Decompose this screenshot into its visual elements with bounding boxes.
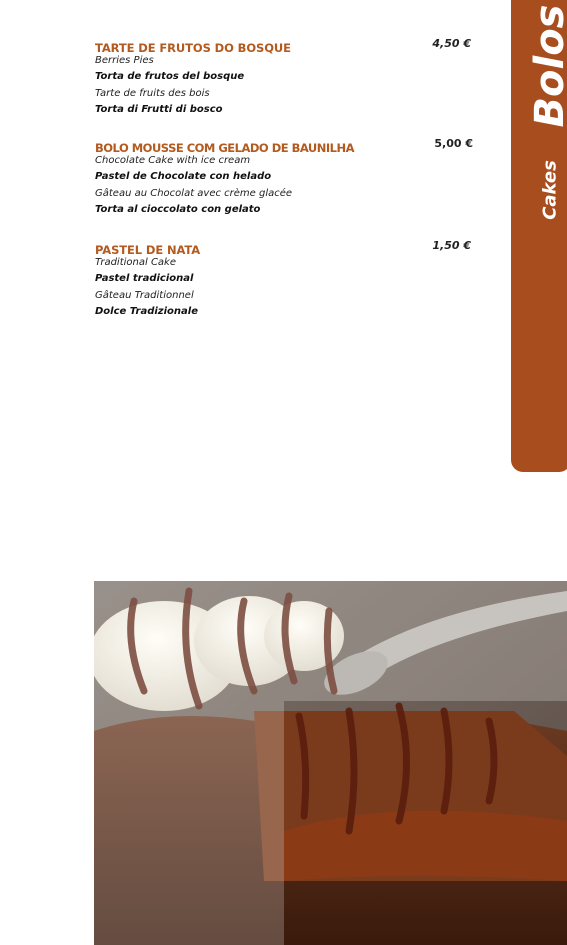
translation-italian: Dolce Tradizionale xyxy=(95,305,198,317)
translation-spanish: Torta de frutos del bosque xyxy=(95,71,245,83)
menu-item-title: BOLO MOUSSE COM GELADO DE BAUNILHA xyxy=(95,141,355,155)
menu-item-price: 4,50 € xyxy=(432,37,471,50)
translation-french: Gâteau Traditionnel xyxy=(95,289,194,301)
menu-item-header: BOLO MOUSSE COM GELADO DE BAUNILHA 5,00 … xyxy=(95,137,475,155)
menu-item-header: TARTE DE FRUTOS DO BOSQUE 4,50 € xyxy=(95,37,475,55)
translation-english: Traditional Cake xyxy=(95,257,176,268)
translation-english: Berries Pies xyxy=(95,55,154,66)
menu-item-title: PASTEL DE NATA xyxy=(95,243,201,257)
translation-italian: Torta al cioccolato con gelato xyxy=(95,203,261,215)
translation-spanish: Pastel de Chocolate con helado xyxy=(95,171,272,183)
menu-item-price: 5,00 € xyxy=(434,137,473,150)
menu-item-title: TARTE DE FRUTOS DO BOSQUE xyxy=(95,41,291,55)
menu-item-pastel-nata: PASTEL DE NATA 1,50 € Traditional Cake P… xyxy=(95,239,475,320)
translation-spanish: Pastel tradicional xyxy=(95,273,194,285)
menu-item-price: 1,50 € xyxy=(432,239,471,252)
translation-english: Chocolate Cake with ice cream xyxy=(95,155,251,166)
translation-french: Gâteau au Chocolat avec crème glacée xyxy=(95,187,293,199)
menu-item-tarte-frutos-bosque: TARTE DE FRUTOS DO BOSQUE 4,50 € Berries… xyxy=(95,37,475,118)
menu-item-bolo-mousse: BOLO MOUSSE COM GELADO DE BAUNILHA 5,00 … xyxy=(95,137,475,218)
category-title: Bolos xyxy=(527,4,567,128)
translation-italian: Torta di Frutti di bosco xyxy=(95,103,223,115)
category-subtitle: Cakes xyxy=(539,160,561,220)
dessert-photo xyxy=(94,581,567,945)
menu-item-header: PASTEL DE NATA 1,50 € xyxy=(95,239,475,257)
translation-french: Tarte de fruits des bois xyxy=(95,87,210,99)
